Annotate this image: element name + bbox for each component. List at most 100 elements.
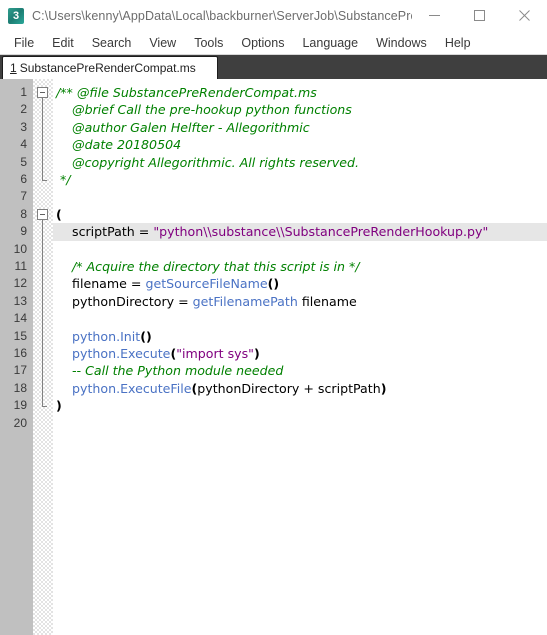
fold-end-tick [42, 406, 47, 408]
fold-connector-line [42, 98, 43, 180]
code-text[interactable]: python.Execute("import sys") [56, 345, 260, 362]
code-text[interactable]: pythonDirectory = getFilenamePath filena… [56, 293, 357, 310]
code-line[interactable]: 13 pythonDirectory = getFilenamePath fil… [0, 293, 547, 310]
code-line[interactable]: 6 */ [0, 171, 547, 188]
line-number: 3 [20, 119, 27, 134]
menu-item-options[interactable]: Options [232, 34, 293, 52]
close-icon[interactable] [502, 0, 547, 31]
token-func: python.Init [72, 328, 141, 344]
token-func: getSourceFileName [145, 276, 268, 292]
token-plain: pythonDirectory = [56, 293, 193, 309]
code-line[interactable]: 2 @brief Call the pre-hookup python func… [0, 101, 547, 118]
code-text[interactable]: @brief Call the pre-hookup python functi… [56, 101, 352, 118]
code-text[interactable]: */ [56, 171, 71, 188]
line-number: 2 [20, 102, 27, 117]
menu-item-language[interactable]: Language [293, 34, 367, 52]
line-number: 10 [13, 241, 27, 256]
menu-item-file[interactable]: File [5, 34, 43, 52]
code-line[interactable]: 1 /** @file SubstancePreRenderCompat.ms [0, 84, 547, 101]
code-line[interactable]: 4 @date 20180504 [0, 136, 547, 153]
code-line[interactable]: 9 scriptPath = "python\\substance\\Subst… [0, 223, 547, 241]
token-plain: filename [297, 293, 357, 309]
line-number: 18 [13, 380, 27, 395]
code-text[interactable]: /* Acquire the directory that this scrip… [56, 258, 360, 275]
line-number: 4 [20, 137, 27, 152]
code-line[interactable]: 7 [0, 188, 547, 205]
code-line[interactable]: 11 /* Acquire the directory that this sc… [0, 258, 547, 275]
code-line[interactable]: 17 -- Call the Python module needed [0, 362, 547, 379]
code-line[interactable]: 20 [0, 415, 547, 432]
code-text[interactable]: ) [56, 397, 62, 414]
window-controls [412, 0, 547, 31]
code-line[interactable]: 5 @copyright Allegorithmic. All rights r… [0, 154, 547, 171]
code-text[interactable]: filename = getSourceFileName() [56, 275, 279, 292]
token-comment: /* Acquire the directory that this scrip… [56, 259, 360, 274]
maximize-icon[interactable] [457, 0, 502, 31]
token-comment: -- Call the Python module needed [56, 363, 284, 379]
line-number: 19 [13, 398, 27, 413]
token-plain: scriptPath = [56, 224, 154, 240]
line-number: 7 [20, 189, 27, 204]
code-line[interactable]: 19) [0, 397, 547, 414]
fold-collapse-icon[interactable] [37, 87, 48, 98]
code-text[interactable]: /** @file SubstancePreRenderCompat.ms [56, 84, 317, 101]
token-comment: @date 20180504 [56, 137, 182, 153]
token-comment: @author Galen Helfter - Allegorithmic [56, 119, 310, 135]
menu-item-windows[interactable]: Windows [367, 34, 436, 52]
code-line[interactable]: 10 [0, 241, 547, 258]
fold-collapse-icon[interactable] [37, 208, 48, 220]
code-line[interactable]: 3 @author Galen Helfter - Allegorithmic [0, 119, 547, 136]
fold-end-tick [42, 180, 47, 181]
menu-item-view[interactable]: View [140, 34, 185, 52]
code-text[interactable]: ( [56, 206, 62, 223]
token-paren: () [140, 328, 152, 344]
menu-item-edit[interactable]: Edit [43, 34, 83, 52]
token-func: python.Execute [72, 346, 171, 361]
line-number: 16 [13, 346, 27, 360]
menu-bar: File Edit Search View Tools Options Lang… [0, 32, 547, 54]
menu-item-help[interactable]: Help [436, 34, 480, 52]
minimize-icon[interactable] [412, 0, 457, 31]
code-text[interactable]: @copyright Allegorithmic. All rights res… [56, 154, 359, 171]
token-brace: ( [56, 206, 62, 222]
notepadpp-app-icon[interactable]: 3 [8, 7, 24, 24]
code-line[interactable]: 14 [0, 310, 547, 327]
tab-index-label: 1 [10, 61, 17, 75]
code-text[interactable]: python.Init() [56, 328, 152, 345]
code-line[interactable]: 18 python.ExecuteFile(pythonDirectory + … [0, 380, 547, 397]
code-content-area[interactable]: 1 /** @file SubstancePreRenderCompat.ms 2 … [0, 79, 547, 635]
token-paren: ) [253, 346, 260, 361]
token-comment: */ [56, 172, 71, 187]
code-text[interactable]: python.ExecuteFile(pythonDirectory + scr… [56, 380, 386, 397]
line-number: 6 [20, 172, 27, 186]
code-line[interactable]: 16 python.Execute("import sys") [0, 345, 547, 362]
line-number: 5 [20, 154, 27, 169]
token-comment: @brief Call the pre-hookup python functi… [56, 102, 352, 118]
code-text[interactable]: scriptPath = "python\\substance\\Substan… [56, 223, 488, 240]
code-line[interactable]: 15 python.Init() [0, 328, 547, 345]
token-plain: filename = [56, 276, 146, 292]
code-text[interactable]: @author Galen Helfter - Allegorithmic [56, 119, 310, 136]
token-plain: pythonDirectory + scriptPath [197, 380, 381, 396]
tab-bar: 1 SubstancePreRenderCompat.ms [0, 54, 547, 79]
line-number: 12 [13, 276, 27, 291]
code-editor[interactable]: 1 /** @file SubstancePreRenderCompat.ms 2 … [0, 79, 547, 635]
code-text[interactable]: @date 20180504 [56, 136, 181, 153]
line-number: 1 [20, 85, 27, 99]
code-line[interactable]: 8( [0, 206, 547, 223]
line-number: 15 [13, 328, 27, 343]
token-string: "import sys" [176, 346, 254, 361]
line-number: 14 [13, 311, 27, 326]
code-text[interactable]: -- Call the Python module needed [56, 362, 283, 379]
token-paren: ) [380, 380, 387, 396]
code-line[interactable]: 12 filename = getSourceFileName() [0, 275, 547, 292]
token-brace: ) [56, 398, 62, 414]
menu-item-search[interactable]: Search [83, 34, 141, 52]
tab-substanceprerendercompat[interactable]: 1 SubstancePreRenderCompat.ms [2, 56, 218, 79]
token-comment: @copyright Allegorithmic. All rights res… [56, 154, 360, 170]
token-comment: /** @file SubstancePreRenderCompat.ms [56, 85, 317, 100]
menu-item-tools[interactable]: Tools [185, 34, 232, 52]
line-number: 8 [20, 206, 27, 221]
